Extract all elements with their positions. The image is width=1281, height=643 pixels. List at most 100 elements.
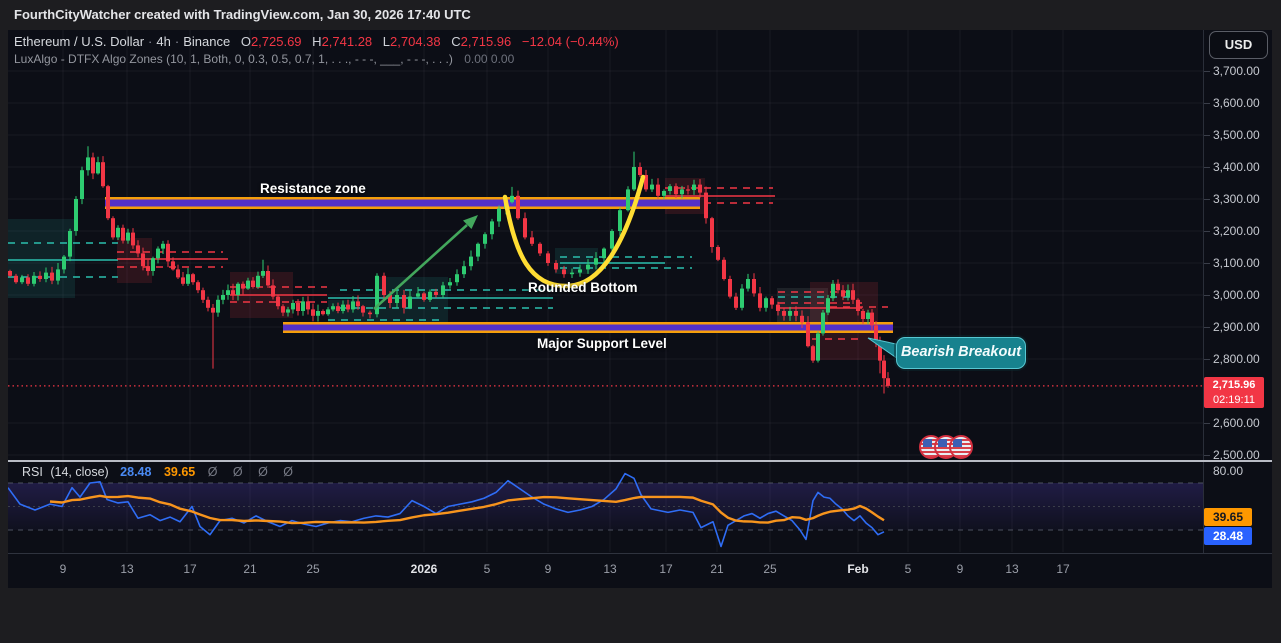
bar-countdown: 02:19:11: [1204, 393, 1264, 408]
rsi-ma-value: 39.65: [164, 465, 195, 479]
candle-body: [311, 309, 315, 315]
candle-body: [594, 258, 598, 264]
candle-body: [510, 196, 514, 202]
indicator-legend[interactable]: LuxAlgo - DTFX Algo Zones (10, 1, Both, …: [14, 52, 514, 66]
grid-layer: [8, 30, 1203, 460]
time-tick-label: 9: [60, 562, 67, 576]
candle-body: [422, 293, 426, 299]
candle-body: [811, 346, 815, 360]
bearish-breakout-callout[interactable]: Bearish Breakout: [896, 337, 1026, 369]
candle-body: [638, 167, 642, 175]
ohlc-high: H2,741.28: [305, 34, 372, 49]
candle-body: [116, 228, 120, 238]
candle-body: [321, 311, 325, 314]
candle-body: [650, 185, 654, 190]
candle-body: [50, 273, 54, 281]
candle-body: [692, 185, 696, 190]
resistance-zone-label[interactable]: Resistance zone: [260, 181, 366, 196]
price-tick-label: 2,500.00: [1213, 448, 1260, 462]
candle-body: [841, 290, 845, 296]
candle-body: [776, 305, 780, 311]
us-flag-icon[interactable]: [949, 435, 973, 459]
candle-body: [351, 301, 355, 309]
candle-body: [38, 276, 42, 279]
candle-body: [368, 313, 372, 315]
candle-body: [618, 210, 622, 231]
candle-body: [156, 249, 160, 259]
candle-body: [256, 276, 260, 287]
candle-body: [746, 279, 750, 289]
candle-body: [716, 247, 720, 260]
candle-body: [261, 271, 265, 276]
teal-zone-box: [555, 248, 598, 274]
indicator-values: 0.00 0.00: [464, 52, 514, 66]
candle-body: [316, 311, 320, 316]
symbol-legend[interactable]: Ethereum / U.S. Dollar·4h·Binance O2,725…: [14, 34, 619, 49]
rounded-bottom-label[interactable]: Rounded Bottom: [528, 280, 637, 295]
candle-body: [32, 276, 36, 284]
ohlc-close: C2,715.96: [444, 34, 511, 49]
time-tick-label: 21: [710, 562, 723, 576]
attribution-header: FourthCityWatcher created with TradingVi…: [0, 0, 1281, 30]
change-value: −12.04 (−0.44%): [522, 34, 619, 49]
candle-body: [831, 284, 835, 298]
candle-body: [734, 297, 738, 308]
candle-body: [341, 305, 345, 311]
candle-body: [176, 269, 180, 277]
candle-body: [74, 199, 78, 231]
candle-body: [382, 276, 386, 295]
candle-body: [698, 185, 702, 193]
main-price-pane[interactable]: [8, 30, 1203, 460]
pane-separator[interactable]: [8, 460, 1272, 462]
candle-body: [851, 290, 855, 300]
price-tick-label: 3,700.00: [1213, 64, 1260, 78]
candle-body: [469, 257, 473, 267]
major-support-label[interactable]: Major Support Level: [537, 336, 667, 351]
ohlc-open: O2,725.69: [234, 34, 302, 49]
candle-body: [101, 162, 105, 186]
candle-body: [816, 333, 820, 360]
candle-body: [141, 253, 145, 266]
candle-body: [836, 284, 840, 290]
candle-body: [226, 290, 230, 295]
candle-body: [523, 218, 527, 237]
indicator-name: LuxAlgo - DTFX Algo Zones (10, 1, Both, …: [14, 52, 453, 66]
candle-body: [91, 157, 95, 173]
rsi-value: 28.48: [120, 465, 151, 479]
time-tick-label: 13: [603, 562, 616, 576]
candle-body: [166, 244, 170, 262]
resistance-zone-band: [105, 197, 700, 200]
rsi-legend[interactable]: RSI (14, close) 28.48 39.65 Ø Ø Ø Ø: [22, 465, 299, 479]
candle-body: [196, 282, 200, 290]
time-axis[interactable]: 91317212520265913172125Feb591317: [8, 555, 1203, 585]
candle-body: [211, 308, 215, 313]
candle-body: [602, 249, 606, 259]
candle-body: [126, 233, 130, 241]
exchange: Binance: [183, 34, 230, 49]
rsi-params: (14, close): [50, 465, 108, 479]
candle-body: [151, 258, 155, 271]
tradingview-chart-window: FourthCityWatcher created with TradingVi…: [0, 0, 1281, 643]
candle-body: [286, 309, 290, 312]
candle-body: [216, 300, 220, 313]
candle-body: [782, 311, 786, 316]
candle-body: [680, 189, 684, 194]
candle-body: [402, 295, 406, 308]
candle-body: [186, 274, 190, 284]
candle-body: [704, 193, 708, 219]
rsi-name: RSI: [22, 465, 43, 479]
time-tick-label: 17: [183, 562, 196, 576]
candle-body: [806, 322, 810, 346]
candle-body: [562, 269, 566, 274]
symbol-name: Ethereum / U.S. Dollar: [14, 34, 144, 49]
price-tick-label: 2,900.00: [1213, 320, 1260, 334]
economic-event-flags[interactable]: [919, 435, 964, 461]
candle-body: [161, 244, 165, 249]
candle-body: [578, 269, 582, 272]
candle-body: [206, 300, 210, 308]
price-tick-label: 3,400.00: [1213, 160, 1260, 174]
candle-body: [428, 292, 432, 300]
candle-body: [241, 284, 245, 289]
candle-body: [674, 186, 678, 194]
price-tick-label: 3,500.00: [1213, 128, 1260, 142]
